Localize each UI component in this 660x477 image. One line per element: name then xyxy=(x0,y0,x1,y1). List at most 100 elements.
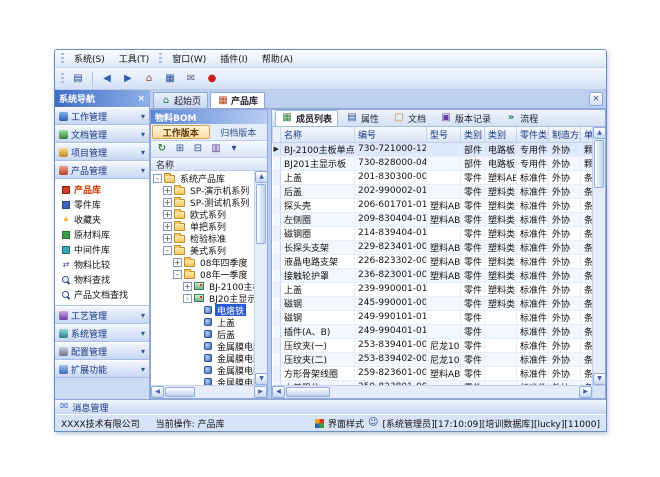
column-header[interactable]: 制造方式 xyxy=(549,127,581,142)
tree-node[interactable]: 金属膜电阻器 xyxy=(151,352,254,364)
table-row[interactable]: 接触轮护罩236-823001-00E塑料ABS零件塑料类标准件外协条 xyxy=(273,268,593,282)
nav-item[interactable]: 原材料库 xyxy=(55,227,149,242)
tree-node[interactable]: +08年四季度 xyxy=(151,256,254,268)
document-tab[interactable]: 起始页 xyxy=(153,92,208,108)
grid-button[interactable] xyxy=(160,70,180,88)
tree-expander[interactable]: + xyxy=(163,222,172,231)
column-header[interactable]: 单位 xyxy=(581,127,593,142)
nav-section[interactable]: 文档管理▾ xyxy=(55,125,149,143)
table-horizontal-scrollbar[interactable]: ◀ ▶ xyxy=(272,386,592,398)
record-button[interactable] xyxy=(202,70,222,88)
new-button[interactable] xyxy=(68,70,88,88)
table-row[interactable]: 后盖202-990002-01E零件塑料类标准件外协条 xyxy=(273,184,593,198)
back-button[interactable] xyxy=(97,70,117,88)
tree-expander[interactable]: - xyxy=(183,294,192,303)
table-row[interactable]: 左侧圈209-830404-01E塑料ABS零件塑料类标准件外协条 xyxy=(273,212,593,226)
tree-node[interactable]: +单把系列 xyxy=(151,220,254,232)
table-row[interactable]: 探头壳206-601701-01E塑料ABS零件塑料类标准件外协条 xyxy=(273,198,593,212)
remove-button[interactable] xyxy=(190,142,206,156)
tree-node[interactable]: -08年一季度 xyxy=(151,268,254,280)
scroll-down-button[interactable]: ▼ xyxy=(593,373,605,385)
menu-item[interactable]: 帮助(A) xyxy=(255,51,300,66)
toolbar-grip[interactable] xyxy=(159,53,162,64)
bom-version-tab[interactable]: 工作版本 xyxy=(152,125,210,139)
tree-node[interactable]: +BJ-2100主板单点 xyxy=(151,280,254,292)
scroll-up-button[interactable]: ▲ xyxy=(593,127,605,139)
tree-expander[interactable]: - xyxy=(163,246,172,255)
tree-expander[interactable]: + xyxy=(173,258,182,267)
toolbar-grip[interactable] xyxy=(61,73,64,84)
nav-section[interactable]: 系统管理▾ xyxy=(55,324,149,342)
forward-button[interactable] xyxy=(118,70,138,88)
nav-section[interactable]: 项目管理▾ xyxy=(55,143,149,161)
tree-column-header[interactable]: 名称 xyxy=(151,158,267,171)
tree-node[interactable]: 金属膜电阻器 xyxy=(151,364,254,376)
nav-item[interactable]: 产品文档查找 xyxy=(55,287,149,302)
table-row[interactable]: 长探头支架229-823401-00E塑料ABS零件塑料类标准件外协条 xyxy=(273,240,593,254)
table-row[interactable]: 液晶电路支架226-823302-00E塑料ABS零件塑料类标准件外协条 xyxy=(273,254,593,268)
table-row[interactable]: 压纹夹(二)253-839402-00E尼龙1010零件标准件外协条 xyxy=(273,352,593,366)
nav-item[interactable]: 产品库 xyxy=(55,182,149,197)
scroll-thumb[interactable] xyxy=(594,140,604,188)
tree-expander[interactable]: + xyxy=(163,198,172,207)
nav-section[interactable]: 工作管理▾ xyxy=(55,107,149,125)
close-tab-button[interactable]: × xyxy=(589,92,603,106)
column-header[interactable]: 类别 xyxy=(461,127,485,142)
ui-style-label[interactable]: 界面样式 xyxy=(328,417,364,430)
scroll-up-button[interactable]: ▲ xyxy=(255,171,267,183)
table-row[interactable]: 磁钢245-990001-00E零件塑料类标准件外协条 xyxy=(273,296,593,310)
scroll-track[interactable] xyxy=(196,386,254,398)
detail-tab[interactable]: 属性 xyxy=(340,110,385,127)
bom-version-tab[interactable]: 归档版本 xyxy=(211,125,267,139)
tree-node[interactable]: 电烙铁 xyxy=(151,304,254,316)
tree-node[interactable]: +欧式系列 xyxy=(151,208,254,220)
table-row[interactable]: 磁钢圈214-839404-01E零件塑料类标准件外协条 xyxy=(273,226,593,240)
scroll-track[interactable] xyxy=(331,386,579,398)
table-row[interactable]: 上盖239-990001-01E零件塑料类标准件外协条 xyxy=(273,282,593,296)
table-row[interactable]: 磁钢249-990101-01E零件标准件外协条 xyxy=(273,310,593,324)
table-row[interactable]: 上盖201-830300-00E零件塑料ABS标准件外协条 xyxy=(273,170,593,184)
tree-vertical-scrollbar[interactable]: ▲ ▼ xyxy=(254,171,267,385)
detail-tab[interactable]: 版本记录 xyxy=(434,110,497,127)
tree-horizontal-scrollbar[interactable]: ◀ ▶ xyxy=(151,386,267,398)
nav-item[interactable]: 物料比较 xyxy=(55,257,149,272)
scroll-track[interactable] xyxy=(255,245,267,373)
column-header[interactable]: 名称 xyxy=(281,127,355,142)
tree-node[interactable]: +检验标准 xyxy=(151,232,254,244)
message-manager-bar[interactable]: ✉ 消息管理 xyxy=(55,399,606,414)
tree-node[interactable]: 上盖 xyxy=(151,316,254,328)
detail-tab[interactable]: 文档 xyxy=(387,110,432,127)
table-row[interactable]: 压纹夹(一)253-839401-00E尼龙1010零件标准件外协条 xyxy=(273,338,593,352)
tree-node[interactable]: 金属膜电阻器 xyxy=(151,376,254,385)
table-row[interactable]: ▶BJ-2100主板单点730-721000-12E部件电路板专用件外协颗 xyxy=(273,142,593,156)
scroll-thumb[interactable] xyxy=(165,387,195,397)
nav-item[interactable]: 零件库 xyxy=(55,197,149,212)
scroll-track[interactable] xyxy=(593,189,605,373)
detail-tab[interactable]: 流程 xyxy=(499,110,544,127)
refresh-button[interactable] xyxy=(154,142,170,156)
table-vertical-scrollbar[interactable]: ▲ ▼ xyxy=(592,127,605,385)
add-button[interactable] xyxy=(172,142,188,156)
column-header[interactable]: 编号 xyxy=(355,127,427,142)
toolbar-grip[interactable] xyxy=(61,53,64,64)
nav-item[interactable]: 物料查找 xyxy=(55,272,149,287)
scroll-right-button[interactable]: ▶ xyxy=(579,386,592,398)
menu-item[interactable]: 插件(I) xyxy=(213,51,255,66)
tree-expander[interactable]: - xyxy=(153,174,162,183)
table-row[interactable]: BJ201主显示板730-828000-04E部件电路板专用件外协颗 xyxy=(273,156,593,170)
nav-section[interactable]: 扩展功能▾ xyxy=(55,360,149,378)
tree-expander[interactable]: + xyxy=(163,186,172,195)
table-row[interactable]: 方形骨架线圈259-823601-00E塑料ABS零件标准件外协条 xyxy=(273,366,593,380)
dropdown-button[interactable] xyxy=(226,142,242,156)
nav-item[interactable]: 收藏夹 xyxy=(55,212,149,227)
view-button[interactable] xyxy=(208,142,224,156)
scroll-left-button[interactable]: ◀ xyxy=(151,386,164,398)
mail-button[interactable] xyxy=(181,70,201,88)
tree-node[interactable]: -BJ20主显示板 xyxy=(151,292,254,304)
column-header[interactable]: 型号 xyxy=(427,127,461,142)
nav-section[interactable]: 产品管理▾ xyxy=(55,161,149,179)
document-tab[interactable]: 产品库 xyxy=(210,92,265,108)
tree-node[interactable]: +SP-测试机系列 xyxy=(151,196,254,208)
tree-expander[interactable]: + xyxy=(163,234,172,243)
tree-expander[interactable]: + xyxy=(163,210,172,219)
